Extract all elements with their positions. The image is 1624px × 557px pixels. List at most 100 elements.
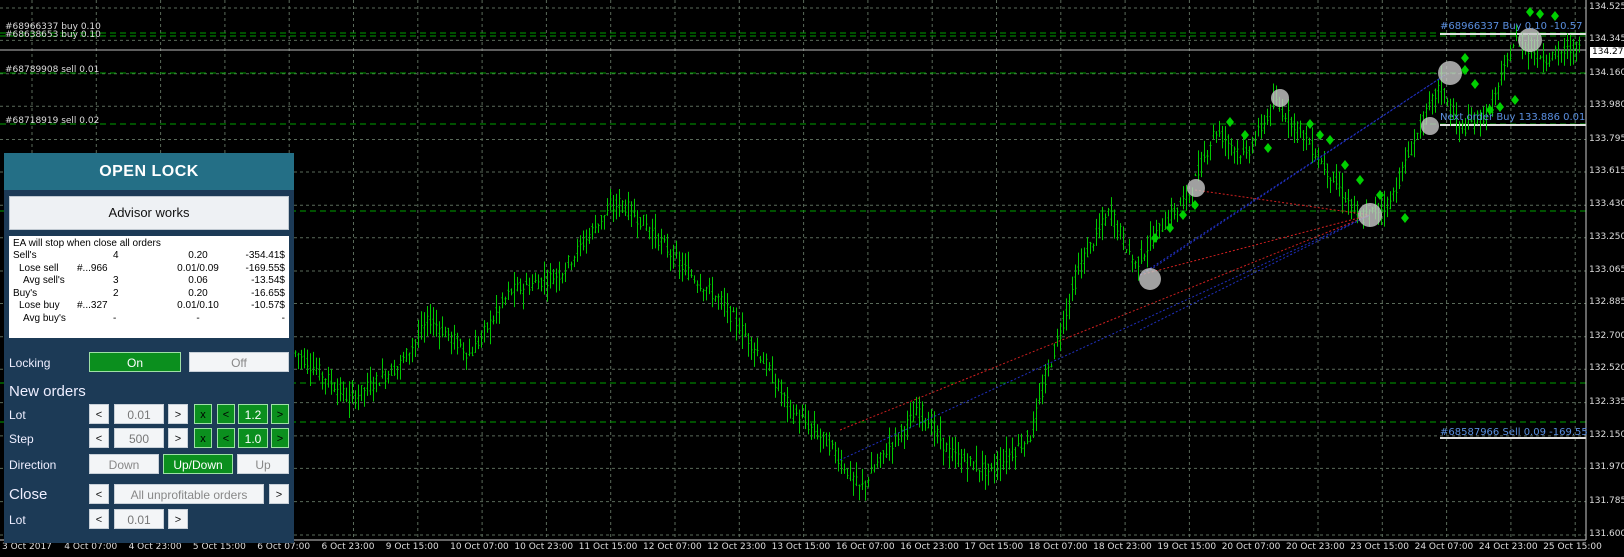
step-mult-toggle[interactable]: x bbox=[194, 428, 212, 448]
step-mult-decrease-button[interactable]: < bbox=[217, 428, 235, 448]
time-tick: 4 Oct 23:00 bbox=[128, 542, 182, 552]
time-tick: 18 Oct 07:00 bbox=[1028, 542, 1088, 552]
step-row: Step < 500 > x < 1.0 > bbox=[4, 428, 294, 450]
info-row-sells: Sell's 4 0.20 -354.41$ bbox=[13, 250, 285, 263]
close-prev-button[interactable]: < bbox=[89, 484, 109, 504]
price-tick: 132.150 bbox=[1589, 429, 1624, 440]
info-profit: -16.65$ bbox=[251, 287, 285, 299]
price-tick: 132.700 bbox=[1589, 330, 1624, 341]
direction-label: Direction bbox=[9, 458, 57, 472]
price-tick: 132.335 bbox=[1589, 396, 1624, 407]
info-count: - bbox=[113, 312, 117, 324]
direction-row: Direction Down Up/Down Up bbox=[4, 454, 294, 476]
locking-off-button[interactable]: Off bbox=[189, 352, 289, 372]
price-tick: 134.345 bbox=[1589, 34, 1624, 45]
lot-mult-increase-button[interactable]: > bbox=[271, 404, 289, 424]
time-tick: 16 Oct 07:00 bbox=[835, 542, 895, 552]
close-lot-decrease-button[interactable]: < bbox=[89, 509, 109, 529]
info-count: 4 bbox=[113, 250, 119, 261]
time-tick: 20 Oct 07:00 bbox=[1221, 542, 1281, 552]
time-tick: 10 Oct 07:00 bbox=[450, 542, 509, 552]
step-decrease-button[interactable]: < bbox=[89, 428, 109, 448]
info-profit: - bbox=[281, 312, 285, 324]
time-tick: 3 Oct 2017 bbox=[2, 542, 52, 552]
price-tick: 133.980 bbox=[1589, 100, 1624, 111]
direction-updown-button[interactable]: Up/Down bbox=[163, 454, 233, 474]
time-tick: 5 Oct 15:00 bbox=[192, 542, 246, 552]
advisor-status-button[interactable]: Advisor works bbox=[9, 196, 289, 230]
order-marker bbox=[1139, 268, 1161, 290]
close-next-button[interactable]: > bbox=[269, 484, 289, 504]
close-mode-select[interactable]: All unprofitable orders bbox=[114, 484, 264, 504]
price-tick: 134.160 bbox=[1589, 67, 1624, 78]
step-label: Step bbox=[9, 432, 34, 446]
locking-row: Locking On Off bbox=[4, 352, 294, 374]
sell-line-label: #68587966 Sell 0.09 -169.55 bbox=[1440, 427, 1588, 438]
lot-mult-toggle[interactable]: x bbox=[194, 404, 212, 424]
current-price-tag: 134.277 bbox=[1590, 47, 1624, 58]
price-tick: 132.520 bbox=[1589, 363, 1624, 374]
step-value-field[interactable]: 500 bbox=[114, 428, 164, 448]
buy-line-label: #68966337 Buy 0.10 -10.57 bbox=[1440, 21, 1583, 32]
lot-value-field[interactable]: 0.01 bbox=[114, 404, 164, 424]
direction-down-button[interactable]: Down bbox=[89, 454, 159, 474]
direction-up-button[interactable]: Up bbox=[237, 454, 289, 474]
close-lot-label: Lot bbox=[9, 513, 26, 527]
orders-info-box: EA will stop when close all orders Sell'… bbox=[9, 236, 289, 338]
info-lots: 0.01/0.09 bbox=[177, 262, 219, 274]
close-lot-increase-button[interactable]: > bbox=[168, 509, 188, 529]
info-profit: -354.41$ bbox=[245, 250, 285, 261]
order-marker bbox=[1421, 117, 1439, 135]
info-lots: - bbox=[196, 312, 200, 324]
price-tick: 133.430 bbox=[1589, 199, 1624, 210]
price-tick: 134.525 bbox=[1589, 2, 1624, 12]
info-ticket: #...327 bbox=[77, 300, 108, 312]
price-tick: 131.970 bbox=[1589, 462, 1624, 473]
time-tick: 25 Oct 15:00 bbox=[1543, 542, 1602, 552]
info-row-lose-sell: Lose sell #...966 0.01/0.09 -169.55$ bbox=[13, 263, 285, 276]
info-profit: -10.57$ bbox=[251, 300, 285, 312]
info-count: 3 bbox=[113, 275, 119, 287]
time-tick: 24 Oct 07:00 bbox=[1414, 542, 1474, 552]
order-label-buy-2: #68638653 buy 0.10 bbox=[5, 30, 101, 40]
price-tick: 131.600 bbox=[1589, 529, 1624, 539]
time-tick: 20 Oct 23:00 bbox=[1286, 542, 1345, 552]
locking-on-button[interactable]: On bbox=[89, 352, 181, 372]
time-tick: 24 Oct 23:00 bbox=[1478, 542, 1538, 552]
close-lot-value-field[interactable]: 0.01 bbox=[114, 509, 164, 529]
lot-row: Lot < 0.01 > x < 1.2 > bbox=[4, 404, 294, 426]
time-tick: 10 Oct 23:00 bbox=[514, 542, 574, 552]
time-tick: 23 Oct 15:00 bbox=[1350, 542, 1409, 552]
info-title: EA will stop when close all orders bbox=[13, 238, 161, 249]
order-marker bbox=[1438, 61, 1462, 85]
info-profit: -13.54$ bbox=[251, 275, 285, 287]
close-row: Close < All unprofitable orders > bbox=[4, 484, 294, 506]
lot-increase-button[interactable]: > bbox=[168, 404, 188, 424]
step-increase-button[interactable]: > bbox=[168, 428, 188, 448]
panel-title[interactable]: OPEN LOCK bbox=[4, 153, 294, 190]
info-ticket: #...966 bbox=[77, 262, 108, 274]
open-lock-panel: OPEN LOCK Advisor works EA will stop whe… bbox=[4, 153, 294, 543]
info-label: Buy's bbox=[13, 287, 38, 299]
lot-multiplier-field[interactable]: 1.2 bbox=[238, 404, 268, 424]
price-tick: 133.065 bbox=[1589, 265, 1624, 276]
info-row-buys: Buy's 2 0.20 -16.65$ bbox=[13, 288, 285, 301]
price-tick: 132.885 bbox=[1589, 297, 1624, 308]
info-label: Sell's bbox=[13, 250, 37, 261]
info-label: Lose buy bbox=[19, 300, 60, 312]
price-tick: 133.795 bbox=[1589, 133, 1624, 144]
info-label: Avg buy's bbox=[23, 312, 66, 324]
lot-decrease-button[interactable]: < bbox=[89, 404, 109, 424]
info-lots: 0.20 bbox=[188, 287, 208, 299]
step-multiplier-field[interactable]: 1.0 bbox=[238, 428, 268, 448]
lot-mult-decrease-button[interactable]: < bbox=[217, 404, 235, 424]
step-mult-increase-button[interactable]: > bbox=[271, 428, 289, 448]
time-tick: 18 Oct 23:00 bbox=[1093, 542, 1152, 552]
order-marker bbox=[1358, 203, 1382, 227]
time-tick: 6 Oct 07:00 bbox=[257, 542, 311, 552]
price-tick: 133.615 bbox=[1589, 165, 1624, 176]
new-orders-label: New orders bbox=[9, 383, 86, 400]
time-tick: 11 Oct 15:00 bbox=[578, 542, 638, 552]
time-tick: 4 Oct 07:00 bbox=[64, 542, 118, 552]
time-tick: 17 Oct 15:00 bbox=[964, 542, 1024, 552]
